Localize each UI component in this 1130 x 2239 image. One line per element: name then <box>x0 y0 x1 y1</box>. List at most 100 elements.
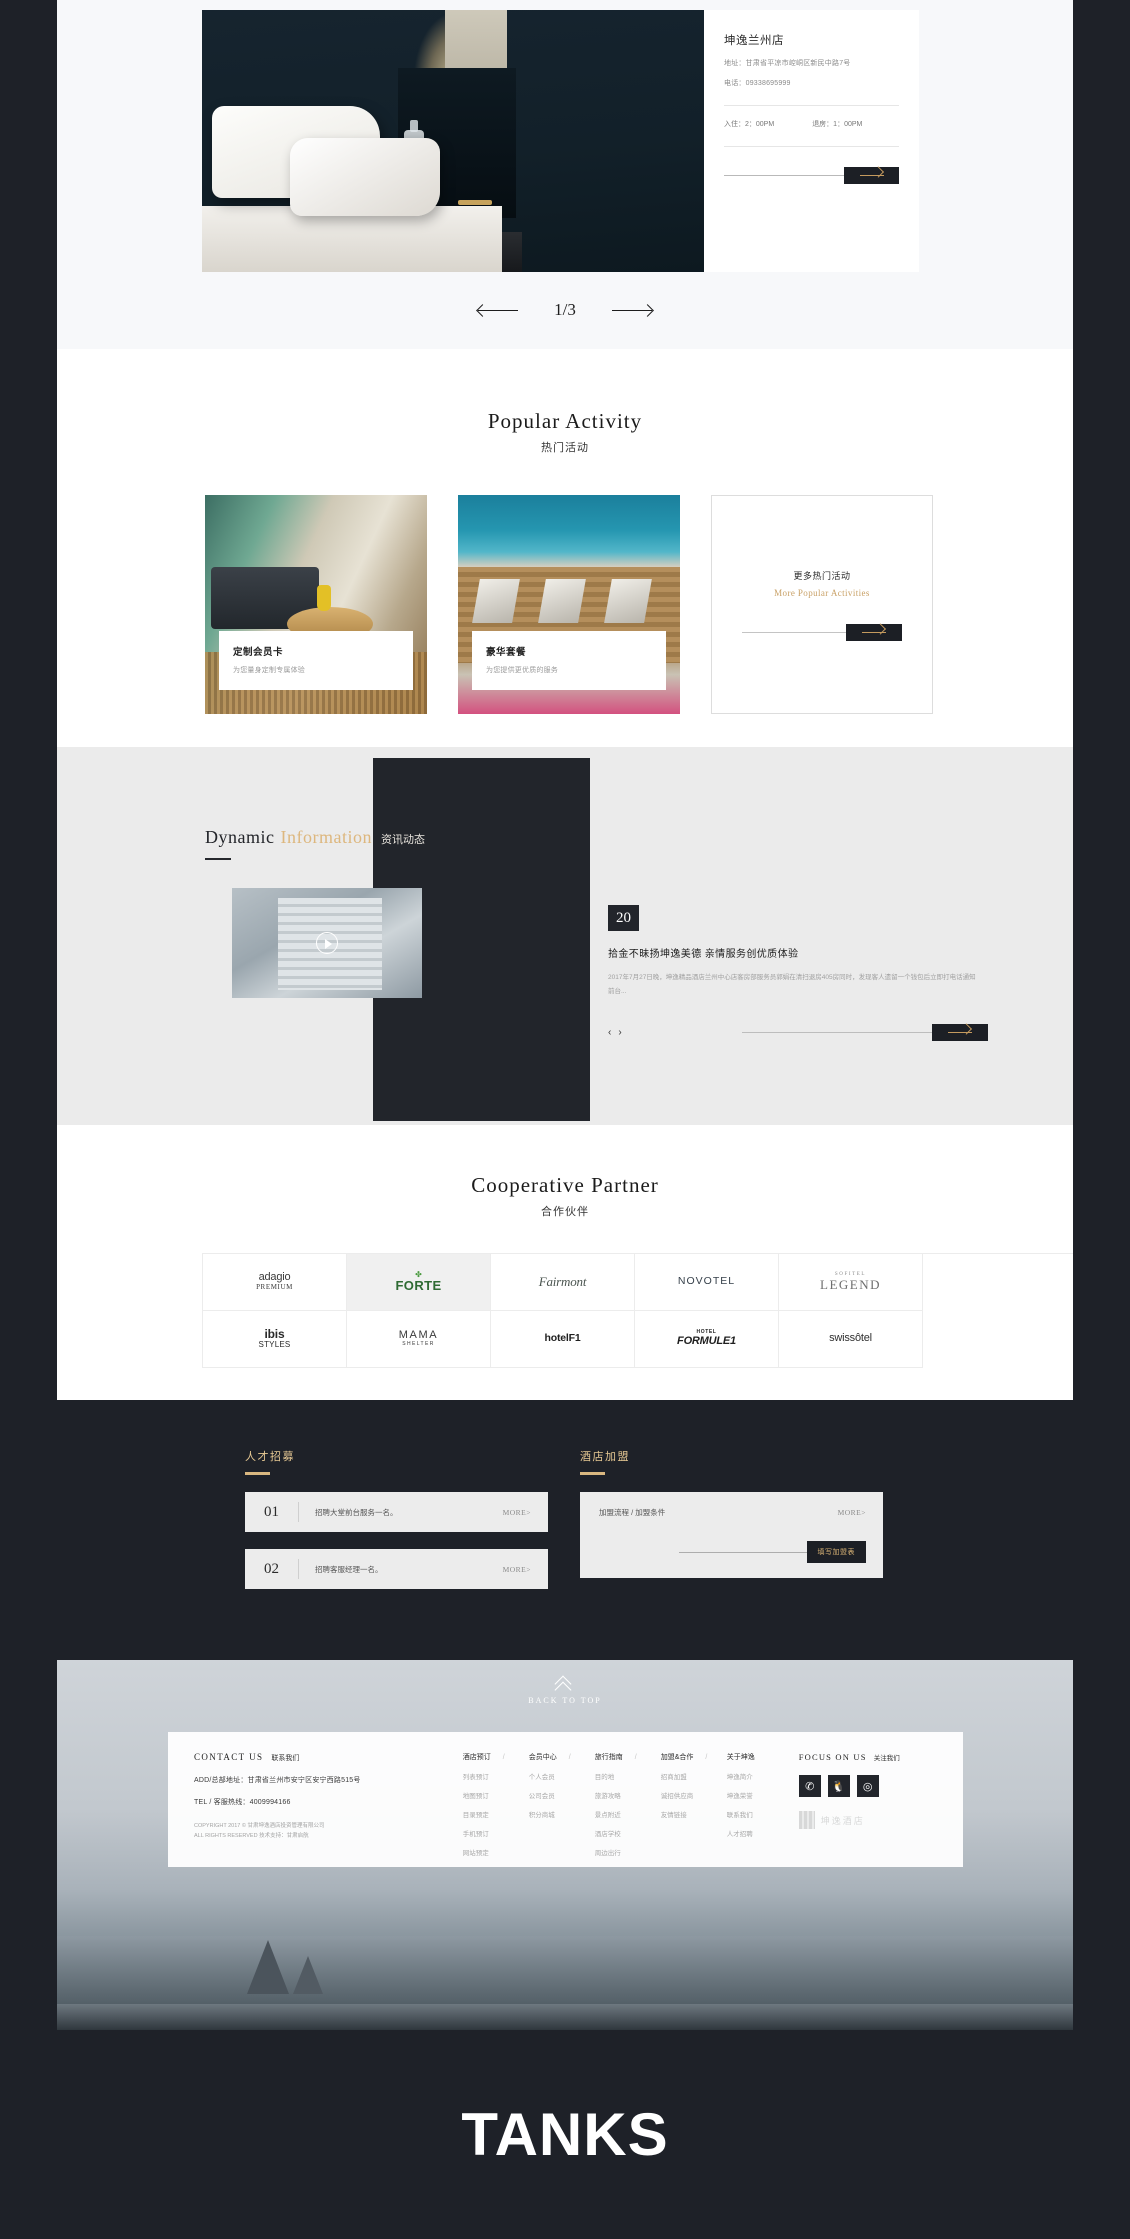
play-icon[interactable] <box>316 932 338 954</box>
hotel-room-photo <box>202 10 704 272</box>
column-heading: 加盟&合作 <box>660 1754 694 1761</box>
dynamic-title: Dynamic Information 资讯动态 <box>205 827 425 848</box>
news-next-button[interactable]: › <box>618 1027 621 1038</box>
job-text: 招聘大堂前台服务一名。 <box>315 1507 398 1517</box>
footer-link[interactable]: 坤逸简介 <box>727 1771 793 1781</box>
footer-column: 旅行指南 / 目的地 旅游攻略 景点附近 酒店学校 周边出行 <box>595 1752 661 1867</box>
footer-link[interactable]: 地图预订 <box>463 1790 529 1800</box>
hotel-detail-button[interactable] <box>844 167 899 184</box>
job-number: 01 <box>264 1503 279 1520</box>
partner-logo-cell[interactable]: MAMA SHELTER <box>347 1311 491 1368</box>
partner-logo-cell[interactable]: ibis STYLES <box>203 1311 347 1368</box>
beach-foreground <box>57 2004 1073 2030</box>
news-prev-button[interactable]: ‹ <box>608 1027 611 1038</box>
footer-link[interactable]: 周边出行 <box>595 1847 661 1857</box>
franchise-column: 酒店加盟 加盟流程 / 加盟条件 MORE> 填写加盟表 <box>580 1448 883 1578</box>
title-underline <box>205 858 231 860</box>
carousel-next-button[interactable] <box>611 303 654 317</box>
more-activities-button[interactable] <box>846 623 902 641</box>
contact-tel: TEL / 客服热线：4009994166 <box>194 1799 291 1806</box>
social-title: FOCUS ON US 关注我们 <box>799 1752 937 1762</box>
footer-column: 加盟&合作 / 招商加盟 诚招供应商 友情链接 <box>661 1752 727 1867</box>
divider <box>298 1559 299 1579</box>
partner-logo-cell[interactable]: hotelF1 <box>491 1311 635 1368</box>
job-more-link[interactable]: MORE> <box>503 1565 531 1574</box>
footer-link[interactable]: 联系我们 <box>727 1809 793 1819</box>
social-block: FOCUS ON US 关注我们 ✆ 🐧 ◎ 坤逸酒店 <box>793 1752 937 1867</box>
hotel-detail-button-row[interactable] <box>724 167 899 184</box>
activity-card-title: 定制会员卡 <box>233 647 284 658</box>
footer-link[interactable]: 友情链接 <box>661 1809 727 1819</box>
footer-link[interactable]: 坤逸荣誉 <box>727 1790 793 1800</box>
partner-logo-cell[interactable]: HOTEL FORMULE1 <box>635 1311 779 1368</box>
franchise-apply-button[interactable]: 填写加盟表 <box>806 1541 866 1563</box>
hotel-name: 坤逸兰州店 <box>724 35 784 47</box>
arrow-right-icon <box>859 175 884 176</box>
job-row[interactable]: 01 招聘大堂前台服务一名。 MORE> <box>245 1492 548 1532</box>
franchise-more-link[interactable]: MORE> <box>838 1508 866 1517</box>
footer-column: 酒店预订 / 列表预订 地图预订 目录预定 手机预订 网站预定 <box>463 1752 529 1867</box>
news-controls: ‹ › <box>608 1024 988 1042</box>
footer-link[interactable]: 目的地 <box>595 1771 661 1781</box>
column-separator: / <box>705 1754 708 1761</box>
dynamic-video-thumbnail[interactable] <box>232 888 422 998</box>
checkout-time: 退房：1：00PM <box>812 121 863 128</box>
social-title-cn: 关注我们 <box>873 1755 900 1762</box>
footer-link[interactable]: 公司会员 <box>529 1790 595 1800</box>
activity-title-cn: 热门活动 <box>541 442 589 454</box>
pillow <box>290 138 440 216</box>
footer-link[interactable]: 积分商城 <box>529 1809 595 1819</box>
news-pager: ‹ › <box>608 1027 622 1038</box>
column-heading-row: 会员中心 / <box>529 1752 595 1762</box>
carousel-counter: 1/3 <box>554 300 576 319</box>
partner-logo-cell[interactable]: adagio PREMIUM <box>203 1254 347 1311</box>
wechat-icon[interactable]: ✆ <box>798 1775 821 1797</box>
partner-logo-cell[interactable]: NOVOTEL <box>635 1254 779 1311</box>
news-description: 2017年7月27日晚，坤逸精品酒店兰州中心店客房部服务员郭娟在清扫退房405房… <box>608 974 976 995</box>
arrow-right-head <box>640 304 654 317</box>
checkin-checkout-row: 入住：2：00PM 退房：1：00PM <box>724 106 899 129</box>
cooperative-partner-section: Cooperative Partner 合作伙伴 adagio PREMIUM ✤… <box>57 1125 1073 1400</box>
footer-link[interactable]: 酒店学校 <box>595 1828 661 1838</box>
footer-link[interactable]: 网站预定 <box>463 1847 529 1857</box>
more-activities-card[interactable]: 更多热门活动 More Popular Activities <box>711 495 933 714</box>
partner-logo-cell[interactable]: swissôtel <box>779 1311 923 1368</box>
activity-card-label: 豪华套餐 为您提供更优质的服务 <box>472 631 666 690</box>
job-text: 招聘客服经理一名。 <box>315 1564 383 1574</box>
footer-link[interactable]: 招商加盟 <box>661 1771 727 1781</box>
footer-link[interactable]: 手机预订 <box>463 1828 529 1838</box>
partner-logo-name: FORTE <box>395 1278 442 1294</box>
activity-card-subtitle: 为您提供更优质的服务 <box>486 667 558 674</box>
recruit-heading: 人才招募 <box>245 1451 295 1463</box>
qq-icon[interactable]: 🐧 <box>827 1775 850 1797</box>
partner-logo-cell[interactable]: ✤ FORTE <box>347 1254 491 1311</box>
footer-link[interactable]: 目录预定 <box>463 1809 529 1819</box>
back-to-top-button[interactable]: BACK TO TOP <box>57 1678 1073 1705</box>
hotel-info-panel: 坤逸兰州店 地址：甘肃省平凉市崆峒区新民中路7号 电话：09338695999 … <box>704 10 919 272</box>
carousel-prev-button[interactable] <box>476 303 519 317</box>
weibo-icon[interactable]: ◎ <box>856 1775 879 1797</box>
divider <box>298 1502 299 1522</box>
job-more-link[interactable]: MORE> <box>503 1508 531 1517</box>
contact-title-en: CONTACT US <box>194 1752 264 1762</box>
job-row[interactable]: 02 招聘客服经理一名。 MORE> <box>245 1549 548 1589</box>
activity-card-label: 定制会员卡 为您量身定制专属体验 <box>219 631 413 690</box>
button-line <box>741 1032 932 1034</box>
footer-link[interactable]: 诚招供应商 <box>661 1790 727 1800</box>
news-title[interactable]: 拾金不昧扬坤逸美德 亲情服务创优质体验 <box>608 945 988 960</box>
partner-title-cn: 合作伙伴 <box>541 1206 589 1218</box>
social-icons: ✆ 🐧 ◎ <box>798 1775 937 1797</box>
news-more-button[interactable] <box>932 1024 988 1042</box>
partner-logo-sub: STYLES <box>258 1340 291 1350</box>
footer-link[interactable]: 景点附近 <box>595 1809 661 1819</box>
more-activities-title-en: More Popular Activities <box>774 587 870 598</box>
footer-link[interactable]: 人才招聘 <box>727 1828 793 1838</box>
footer-link[interactable]: 个人会员 <box>529 1771 595 1781</box>
activity-card[interactable]: 定制会员卡 为您量身定制专属体验 <box>205 495 427 714</box>
more-activities-button-row[interactable] <box>742 623 902 641</box>
partner-logo-cell[interactable]: SOFITEL LEGEND <box>779 1254 923 1311</box>
footer-link[interactable]: 旅游攻略 <box>595 1790 661 1800</box>
footer-link[interactable]: 列表预订 <box>463 1771 529 1781</box>
partner-logo-cell[interactable]: Fairmont <box>491 1254 635 1311</box>
activity-card[interactable]: 豪华套餐 为您提供更优质的服务 <box>458 495 680 714</box>
